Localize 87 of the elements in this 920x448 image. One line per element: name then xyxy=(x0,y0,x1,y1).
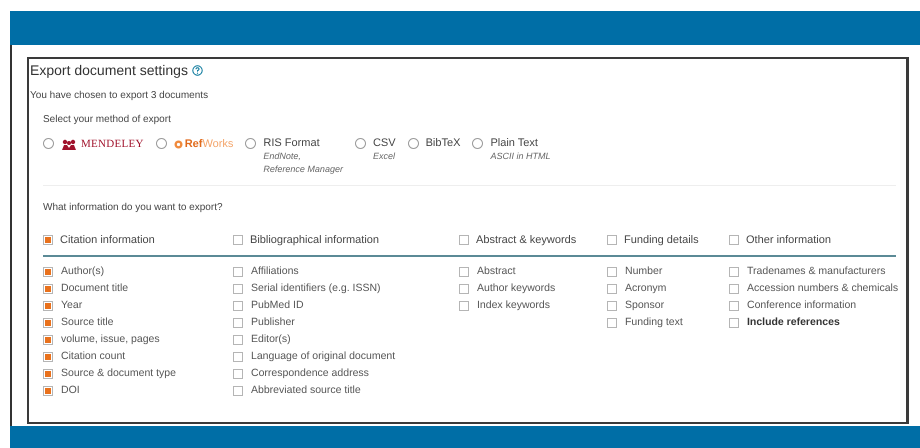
radio-button[interactable] xyxy=(156,138,167,149)
field-label: Acronym xyxy=(625,281,666,296)
field-label: Sponsor xyxy=(625,298,664,314)
group-label: Abstract & keywords xyxy=(476,233,576,248)
field-label: Include references xyxy=(747,315,840,330)
checkbox[interactable] xyxy=(607,267,617,277)
checkbox[interactable] xyxy=(233,352,243,362)
checkbox[interactable] xyxy=(607,301,617,311)
checkbox[interactable] xyxy=(43,284,53,294)
checkbox[interactable] xyxy=(233,335,243,345)
radio-button[interactable] xyxy=(408,138,419,149)
field-label: Language of original document xyxy=(251,349,396,364)
field-label: Document title xyxy=(61,281,128,296)
refworks-logo-text: RefWorks xyxy=(184,137,234,152)
people-logo-icon xyxy=(61,138,77,150)
radio-button[interactable] xyxy=(245,138,256,149)
help-icon[interactable] xyxy=(192,65,203,76)
field-label: Tradenames & manufacturers xyxy=(747,264,886,280)
radio-button[interactable] xyxy=(354,138,366,149)
field-label: Year xyxy=(61,298,82,314)
section-heading: Select your method of export xyxy=(43,113,172,127)
panel-title: Export document settings xyxy=(30,61,188,80)
checkbox[interactable] xyxy=(459,301,469,311)
field-label: Funding text xyxy=(625,315,683,330)
checkbox[interactable] xyxy=(43,369,53,379)
field-label: Affiliations xyxy=(251,264,299,280)
field-label: Correspondence address xyxy=(251,366,369,382)
method-note: Excel xyxy=(372,150,396,163)
radio-button[interactable] xyxy=(472,138,484,149)
method-label: Plain Text xyxy=(490,136,539,150)
radio-button[interactable] xyxy=(43,138,54,149)
checkbox[interactable] xyxy=(233,318,243,328)
checkbox[interactable] xyxy=(459,235,469,246)
group-label: Citation information xyxy=(60,233,155,248)
group-label: Bibliographical information xyxy=(250,233,380,248)
checkbox[interactable] xyxy=(233,267,243,277)
checkbox[interactable] xyxy=(43,318,53,328)
method-note: Reference Manager xyxy=(263,163,343,176)
checkbox[interactable] xyxy=(43,267,53,277)
field-label: Source & document type xyxy=(61,366,176,382)
field-label: PubMed ID xyxy=(251,298,304,314)
field-label: Abbreviated source title xyxy=(251,383,361,398)
checkbox[interactable] xyxy=(43,335,53,345)
field-label: Publisher xyxy=(251,315,295,330)
field-label: Abstract xyxy=(477,264,516,280)
method-note: EndNote, xyxy=(263,150,302,163)
checkbox[interactable] xyxy=(607,235,617,246)
checkbox[interactable] xyxy=(607,318,617,328)
checkbox[interactable] xyxy=(233,301,243,311)
section-heading: What information do you want to export? xyxy=(43,201,224,215)
field-label: Source title xyxy=(61,315,114,330)
field-label: Conference information xyxy=(747,298,856,314)
checkbox[interactable] xyxy=(729,284,739,294)
checkbox[interactable] xyxy=(233,386,243,396)
field-label: Editor(s) xyxy=(251,332,291,348)
field-label: Author keywords xyxy=(477,281,556,296)
checkbox[interactable] xyxy=(233,284,243,294)
method-label: BibTeX xyxy=(426,136,460,150)
checkbox[interactable] xyxy=(729,267,739,277)
checkbox[interactable] xyxy=(43,386,53,396)
checkbox[interactable] xyxy=(43,235,53,246)
field-label: Index keywords xyxy=(477,298,550,314)
field-label: Citation count xyxy=(61,349,126,364)
field-label: Number xyxy=(625,264,662,280)
checkbox[interactable] xyxy=(43,301,53,311)
checkbox[interactable] xyxy=(607,284,617,294)
circle-logo-icon xyxy=(174,140,183,149)
checkbox[interactable] xyxy=(459,267,469,277)
field-label: Serial identifiers (e.g. ISSN) xyxy=(251,281,381,296)
field-label: Accession numbers & chemicals xyxy=(747,281,898,296)
group-label: Funding details xyxy=(624,233,699,248)
method-label: RIS Format xyxy=(263,136,321,150)
checkbox[interactable] xyxy=(729,318,739,328)
method-note: ASCII in HTML xyxy=(490,150,550,163)
group-label: Other information xyxy=(746,233,831,248)
field-label: DOI xyxy=(61,383,80,398)
mendeley-logo-text: MENDELEY xyxy=(81,137,144,152)
field-label: volume, issue, pages xyxy=(61,332,160,348)
selection-summary: You have chosen to export 3 documents xyxy=(29,89,210,103)
checkbox[interactable] xyxy=(233,235,243,246)
field-label: Author(s) xyxy=(61,264,104,280)
checkbox[interactable] xyxy=(729,301,739,311)
method-label: CSV xyxy=(372,136,396,150)
checkbox[interactable] xyxy=(43,352,53,362)
checkbox[interactable] xyxy=(233,369,243,379)
checkbox[interactable] xyxy=(729,235,739,246)
checkbox[interactable] xyxy=(459,284,469,294)
